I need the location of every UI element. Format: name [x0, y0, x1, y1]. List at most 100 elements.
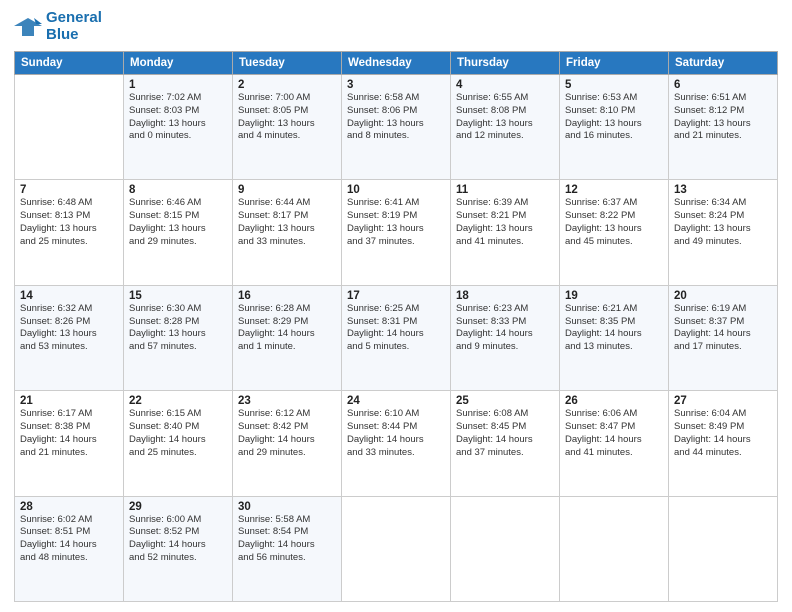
calendar-cell: 6Sunrise: 6:51 AM Sunset: 8:12 PM Daylig… [669, 75, 778, 180]
calendar-cell: 8Sunrise: 6:46 AM Sunset: 8:15 PM Daylig… [124, 180, 233, 285]
day-info: Sunrise: 6:17 AM Sunset: 8:38 PM Dayligh… [20, 408, 118, 459]
day-number: 12 [565, 184, 663, 196]
calendar-cell: 10Sunrise: 6:41 AM Sunset: 8:19 PM Dayli… [342, 180, 451, 285]
day-info: Sunrise: 6:06 AM Sunset: 8:47 PM Dayligh… [565, 408, 663, 459]
day-number: 20 [674, 290, 772, 302]
calendar-cell: 21Sunrise: 6:17 AM Sunset: 8:38 PM Dayli… [15, 391, 124, 496]
day-info: Sunrise: 6:23 AM Sunset: 8:33 PM Dayligh… [456, 303, 554, 354]
day-number: 19 [565, 290, 663, 302]
calendar-cell: 27Sunrise: 6:04 AM Sunset: 8:49 PM Dayli… [669, 391, 778, 496]
day-info: Sunrise: 5:58 AM Sunset: 8:54 PM Dayligh… [238, 514, 336, 565]
weekday-monday: Monday [124, 52, 233, 75]
calendar-cell: 19Sunrise: 6:21 AM Sunset: 8:35 PM Dayli… [560, 285, 669, 390]
day-number: 15 [129, 290, 227, 302]
day-number: 29 [129, 501, 227, 513]
day-number: 18 [456, 290, 554, 302]
calendar-cell: 1Sunrise: 7:02 AM Sunset: 8:03 PM Daylig… [124, 75, 233, 180]
calendar-cell: 7Sunrise: 6:48 AM Sunset: 8:13 PM Daylig… [15, 180, 124, 285]
day-info: Sunrise: 6:04 AM Sunset: 8:49 PM Dayligh… [674, 408, 772, 459]
calendar-cell: 3Sunrise: 6:58 AM Sunset: 8:06 PM Daylig… [342, 75, 451, 180]
logo-icon [14, 16, 42, 38]
day-number: 17 [347, 290, 445, 302]
weekday-saturday: Saturday [669, 52, 778, 75]
day-info: Sunrise: 7:00 AM Sunset: 8:05 PM Dayligh… [238, 92, 336, 143]
day-info: Sunrise: 6:58 AM Sunset: 8:06 PM Dayligh… [347, 92, 445, 143]
day-number: 27 [674, 395, 772, 407]
weekday-friday: Friday [560, 52, 669, 75]
weekday-header-row: SundayMondayTuesdayWednesdayThursdayFrid… [15, 52, 778, 75]
day-info: Sunrise: 6:55 AM Sunset: 8:08 PM Dayligh… [456, 92, 554, 143]
day-number: 21 [20, 395, 118, 407]
calendar-cell: 12Sunrise: 6:37 AM Sunset: 8:22 PM Dayli… [560, 180, 669, 285]
day-number: 28 [20, 501, 118, 513]
day-number: 2 [238, 79, 336, 91]
weekday-thursday: Thursday [451, 52, 560, 75]
day-number: 30 [238, 501, 336, 513]
calendar-cell: 17Sunrise: 6:25 AM Sunset: 8:31 PM Dayli… [342, 285, 451, 390]
day-info: Sunrise: 6:28 AM Sunset: 8:29 PM Dayligh… [238, 303, 336, 354]
calendar-cell: 30Sunrise: 5:58 AM Sunset: 8:54 PM Dayli… [233, 496, 342, 601]
calendar-cell: 29Sunrise: 6:00 AM Sunset: 8:52 PM Dayli… [124, 496, 233, 601]
calendar-cell: 14Sunrise: 6:32 AM Sunset: 8:26 PM Dayli… [15, 285, 124, 390]
day-number: 9 [238, 184, 336, 196]
calendar-cell: 13Sunrise: 6:34 AM Sunset: 8:24 PM Dayli… [669, 180, 778, 285]
day-info: Sunrise: 6:39 AM Sunset: 8:21 PM Dayligh… [456, 197, 554, 248]
day-info: Sunrise: 6:08 AM Sunset: 8:45 PM Dayligh… [456, 408, 554, 459]
day-number: 14 [20, 290, 118, 302]
weekday-sunday: Sunday [15, 52, 124, 75]
calendar-cell: 25Sunrise: 6:08 AM Sunset: 8:45 PM Dayli… [451, 391, 560, 496]
day-number: 3 [347, 79, 445, 91]
day-number: 10 [347, 184, 445, 196]
weekday-wednesday: Wednesday [342, 52, 451, 75]
calendar-week-2: 7Sunrise: 6:48 AM Sunset: 8:13 PM Daylig… [15, 180, 778, 285]
day-number: 23 [238, 395, 336, 407]
day-number: 4 [456, 79, 554, 91]
calendar-cell: 5Sunrise: 6:53 AM Sunset: 8:10 PM Daylig… [560, 75, 669, 180]
calendar-cell: 4Sunrise: 6:55 AM Sunset: 8:08 PM Daylig… [451, 75, 560, 180]
day-number: 24 [347, 395, 445, 407]
calendar-cell: 23Sunrise: 6:12 AM Sunset: 8:42 PM Dayli… [233, 391, 342, 496]
day-number: 26 [565, 395, 663, 407]
day-number: 16 [238, 290, 336, 302]
calendar-cell: 11Sunrise: 6:39 AM Sunset: 8:21 PM Dayli… [451, 180, 560, 285]
calendar-table: SundayMondayTuesdayWednesdayThursdayFrid… [14, 51, 778, 602]
day-number: 5 [565, 79, 663, 91]
weekday-tuesday: Tuesday [233, 52, 342, 75]
day-number: 7 [20, 184, 118, 196]
day-info: Sunrise: 6:30 AM Sunset: 8:28 PM Dayligh… [129, 303, 227, 354]
day-info: Sunrise: 6:10 AM Sunset: 8:44 PM Dayligh… [347, 408, 445, 459]
day-info: Sunrise: 6:32 AM Sunset: 8:26 PM Dayligh… [20, 303, 118, 354]
day-number: 8 [129, 184, 227, 196]
calendar-cell [451, 496, 560, 601]
day-info: Sunrise: 7:02 AM Sunset: 8:03 PM Dayligh… [129, 92, 227, 143]
calendar-cell: 28Sunrise: 6:02 AM Sunset: 8:51 PM Dayli… [15, 496, 124, 601]
calendar-cell [560, 496, 669, 601]
calendar-cell: 18Sunrise: 6:23 AM Sunset: 8:33 PM Dayli… [451, 285, 560, 390]
calendar-cell: 9Sunrise: 6:44 AM Sunset: 8:17 PM Daylig… [233, 180, 342, 285]
calendar-week-3: 14Sunrise: 6:32 AM Sunset: 8:26 PM Dayli… [15, 285, 778, 390]
calendar-cell: 26Sunrise: 6:06 AM Sunset: 8:47 PM Dayli… [560, 391, 669, 496]
day-info: Sunrise: 6:53 AM Sunset: 8:10 PM Dayligh… [565, 92, 663, 143]
day-number: 11 [456, 184, 554, 196]
day-number: 22 [129, 395, 227, 407]
calendar-cell: 22Sunrise: 6:15 AM Sunset: 8:40 PM Dayli… [124, 391, 233, 496]
calendar-week-1: 1Sunrise: 7:02 AM Sunset: 8:03 PM Daylig… [15, 75, 778, 180]
day-info: Sunrise: 6:37 AM Sunset: 8:22 PM Dayligh… [565, 197, 663, 248]
day-info: Sunrise: 6:25 AM Sunset: 8:31 PM Dayligh… [347, 303, 445, 354]
day-number: 13 [674, 184, 772, 196]
calendar-cell [342, 496, 451, 601]
calendar-cell: 24Sunrise: 6:10 AM Sunset: 8:44 PM Dayli… [342, 391, 451, 496]
calendar-cell: 16Sunrise: 6:28 AM Sunset: 8:29 PM Dayli… [233, 285, 342, 390]
day-number: 6 [674, 79, 772, 91]
calendar-week-4: 21Sunrise: 6:17 AM Sunset: 8:38 PM Dayli… [15, 391, 778, 496]
day-info: Sunrise: 6:12 AM Sunset: 8:42 PM Dayligh… [238, 408, 336, 459]
day-info: Sunrise: 6:41 AM Sunset: 8:19 PM Dayligh… [347, 197, 445, 248]
logo-text: General Blue [46, 10, 102, 43]
logo: General Blue [14, 10, 102, 43]
header: General Blue [14, 10, 778, 43]
day-number: 1 [129, 79, 227, 91]
day-info: Sunrise: 6:48 AM Sunset: 8:13 PM Dayligh… [20, 197, 118, 248]
day-info: Sunrise: 6:02 AM Sunset: 8:51 PM Dayligh… [20, 514, 118, 565]
day-info: Sunrise: 6:15 AM Sunset: 8:40 PM Dayligh… [129, 408, 227, 459]
day-info: Sunrise: 6:34 AM Sunset: 8:24 PM Dayligh… [674, 197, 772, 248]
